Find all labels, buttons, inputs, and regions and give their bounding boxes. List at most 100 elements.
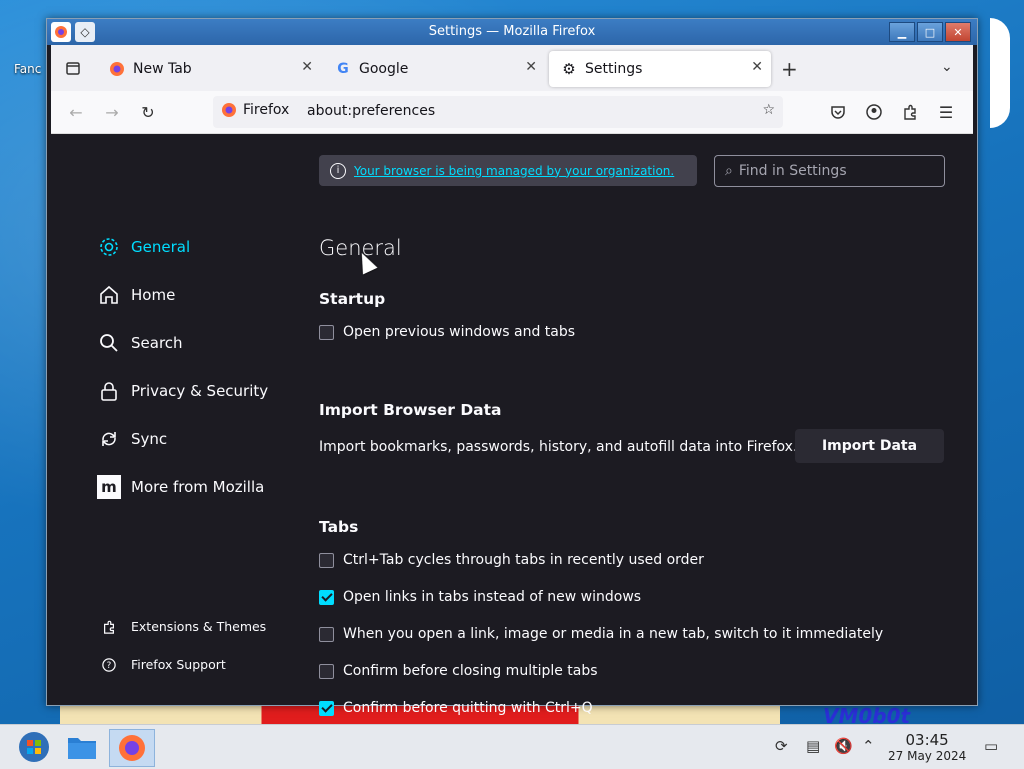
navigation-toolbar: ← → ↻ Firefox about:preferences ☆ ☰	[51, 91, 973, 134]
network-icon[interactable]: ⟳	[775, 737, 788, 755]
account-icon[interactable]	[863, 101, 885, 123]
confirm-close-tabs-checkbox[interactable]	[319, 663, 334, 679]
volume-muted-icon[interactable]: 🔇	[834, 737, 853, 755]
close-tab-icon[interactable]: ✕	[525, 59, 537, 75]
maximize-button[interactable]: □	[917, 22, 943, 42]
close-tab-icon[interactable]: ✕	[751, 59, 763, 75]
tab-strip: New Tab ✕ G Google ✕ ⚙ Settings ✕ + ⌄	[51, 45, 973, 91]
open-previous-windows-option[interactable]: Open previous windows and tabs	[319, 324, 575, 340]
help-icon: ?	[101, 657, 117, 672]
firefox-taskbar-icon[interactable]	[109, 729, 155, 767]
taskbar: ⟳ ▤ 🔇 ⌃ 03:45 27 May 2024 ▭	[0, 724, 1024, 769]
sidebar-item-general[interactable]: General	[97, 235, 190, 259]
find-in-settings-input[interactable]: ⌕ Find in Settings	[714, 155, 945, 187]
ctrl-tab-option[interactable]: Ctrl+Tab cycles through tabs in recently…	[319, 552, 704, 568]
gear-icon: ⚙	[562, 60, 576, 78]
tab-label: New Tab	[133, 61, 192, 77]
tab-settings[interactable]: ⚙ Settings ✕	[549, 51, 771, 87]
clipboard-icon[interactable]: ▤	[806, 737, 820, 755]
minimize-button[interactable]: ▁	[889, 22, 915, 42]
puzzle-icon	[101, 620, 117, 634]
tab-new-tab[interactable]: New Tab ✕	[97, 51, 321, 87]
google-favicon-icon: G	[337, 61, 349, 77]
mozilla-icon: m	[97, 475, 121, 499]
clock-date: 27 May 2024	[888, 749, 967, 763]
lock-icon	[97, 379, 121, 403]
show-desktop-icon[interactable]: ▭	[984, 737, 998, 755]
window-titlebar[interactable]: ◇ Settings — Mozilla Firefox ▁ □ ✕	[47, 19, 977, 45]
open-links-in-tabs-checkbox[interactable]	[319, 589, 334, 605]
info-icon: i	[330, 162, 346, 179]
identity-label: Firefox	[243, 102, 290, 118]
clock-time: 03:45	[905, 731, 949, 749]
window-title: Settings — Mozilla Firefox	[428, 24, 596, 39]
firefox-support-label: Firefox Support	[131, 657, 226, 672]
sidebar-item-search[interactable]: Search	[97, 331, 183, 355]
desktop-wallpaper-decoration	[990, 18, 1010, 128]
home-icon	[97, 283, 121, 307]
url-text[interactable]: about:preferences	[307, 103, 435, 119]
checkbox-label: Confirm before closing multiple tabs	[343, 663, 598, 679]
sidebar-item-label: General	[131, 238, 191, 256]
extensions-icon[interactable]	[899, 101, 921, 123]
switch-to-new-tab-option[interactable]: When you open a link, image or media in …	[319, 626, 883, 642]
start-menu-button[interactable]	[12, 729, 56, 765]
new-tab-button[interactable]: +	[781, 57, 798, 81]
managed-policies-link[interactable]: Your browser is being managed by your or…	[354, 164, 674, 178]
close-window-button[interactable]: ✕	[945, 22, 971, 42]
gear-icon	[97, 235, 121, 259]
reload-button[interactable]: ↻	[137, 101, 159, 123]
import-description: Import bookmarks, passwords, history, an…	[319, 439, 798, 455]
confirm-close-tabs-option[interactable]: Confirm before closing multiple tabs	[319, 663, 598, 679]
confirm-quit-checkbox[interactable]	[319, 700, 334, 716]
ctrl-tab-checkbox[interactable]	[319, 552, 334, 568]
tab-google[interactable]: G Google ✕	[323, 51, 545, 87]
tab-label: Google	[359, 61, 409, 77]
sidebar-item-label: Privacy & Security	[131, 382, 269, 400]
forward-button[interactable]: →	[101, 101, 123, 123]
svg-text:?: ?	[107, 661, 112, 671]
extensions-themes-link[interactable]: Extensions & Themes	[101, 619, 266, 634]
checkbox-label: Open previous windows and tabs	[343, 324, 576, 340]
clock[interactable]: 03:45 27 May 2024	[888, 731, 966, 763]
identity-box[interactable]: Firefox	[221, 102, 289, 118]
sidebar-item-more-from-mozilla[interactable]: m More from Mozilla	[97, 475, 264, 499]
search-icon	[97, 331, 121, 355]
sidebar-item-privacy-security[interactable]: Privacy & Security	[97, 379, 268, 403]
url-bar[interactable]: Firefox about:preferences ☆	[213, 96, 783, 128]
startup-heading: Startup	[319, 290, 386, 308]
settings-page: i Your browser is being managed by your …	[51, 134, 973, 716]
open-previous-windows-checkbox[interactable]	[319, 324, 334, 340]
sidebar-item-home[interactable]: Home	[97, 283, 175, 307]
chevron-down-icon[interactable]: ⌄	[941, 59, 953, 75]
sidebar-item-label: Search	[131, 334, 183, 352]
checkbox-label: Open links in tabs instead of new window…	[343, 589, 642, 605]
confirm-quit-option[interactable]: Confirm before quitting with Ctrl+Q	[319, 700, 593, 716]
import-data-button[interactable]: Import Data	[795, 429, 944, 463]
sidebar-item-sync[interactable]: Sync	[97, 427, 167, 451]
desktop-icon-label[interactable]: Fanc	[14, 62, 41, 76]
pocket-icon[interactable]	[827, 101, 849, 123]
file-manager-taskbar-icon[interactable]	[60, 729, 104, 765]
sidebar-item-label: Sync	[131, 430, 168, 448]
tabs-heading: Tabs	[319, 518, 359, 536]
sidebar-item-label: More from Mozilla	[131, 478, 265, 496]
bookmark-star-icon[interactable]: ☆	[762, 102, 775, 118]
hamburger-menu-icon[interactable]: ☰	[935, 101, 957, 123]
firefox-support-link[interactable]: ? Firefox Support	[101, 657, 226, 672]
switch-to-new-tab-checkbox[interactable]	[319, 626, 334, 642]
sidebar-item-label: Home	[131, 286, 176, 304]
sync-icon	[97, 427, 121, 451]
import-heading: Import Browser Data	[319, 401, 502, 419]
firefox-view-icon[interactable]	[59, 54, 87, 82]
firefox-icon	[222, 103, 236, 117]
back-button[interactable]: ←	[65, 101, 87, 123]
chevron-up-icon[interactable]: ⌃	[862, 737, 875, 755]
search-icon: ⌕	[725, 163, 733, 179]
checkbox-label: When you open a link, image or media in …	[343, 626, 884, 642]
extensions-themes-label: Extensions & Themes	[131, 619, 267, 634]
open-links-in-tabs-option[interactable]: Open links in tabs instead of new window…	[319, 589, 641, 605]
close-tab-icon[interactable]: ✕	[301, 59, 313, 75]
find-placeholder: Find in Settings	[738, 163, 847, 179]
firefox-window: ◇ Settings — Mozilla Firefox ▁ □ ✕ New T…	[46, 18, 978, 716]
